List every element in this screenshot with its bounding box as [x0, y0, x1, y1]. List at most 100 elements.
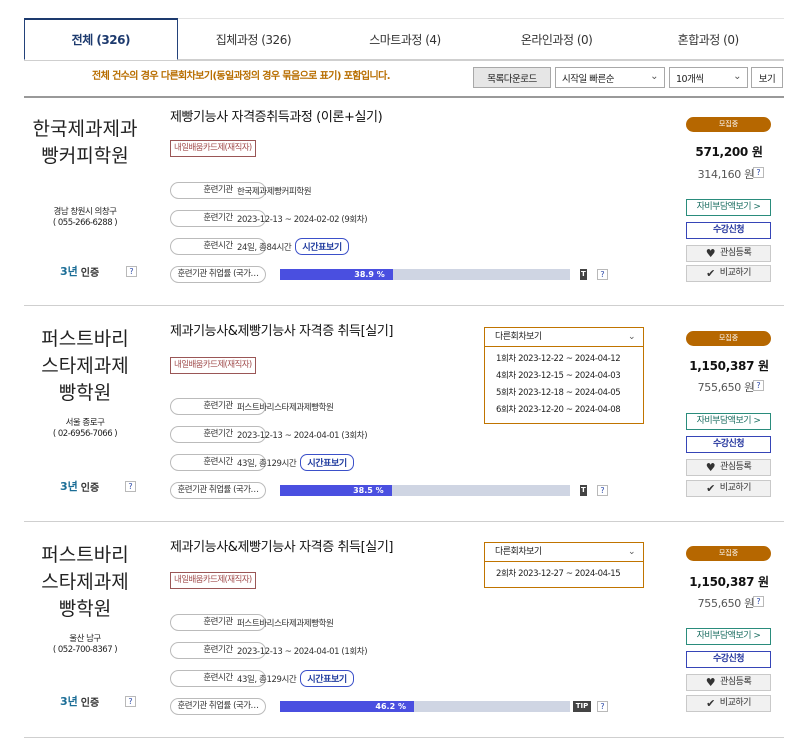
- other-sessions-list: 2회차 2023-12-27 ~ 2024-04-15: [484, 562, 644, 588]
- time-value: 43일, 총129시간 시간표보기: [237, 670, 354, 687]
- favorite-button[interactable]: ♥ 관심등록: [686, 245, 771, 262]
- compare-button[interactable]: ✔ 비교하기: [686, 480, 771, 497]
- institution-address: 울산 남구 ( 052-700-8367 ): [52, 634, 118, 655]
- period-value: 2023-12-13 ~ 2024-04-01 (1회차): [237, 647, 368, 657]
- check-icon: ✔: [706, 482, 715, 495]
- apply-button[interactable]: 수강신청: [686, 651, 771, 668]
- timetable-button[interactable]: 시간표보기: [300, 670, 354, 687]
- employment-label: 훈련기관 취업률 (국가…: [170, 266, 266, 283]
- chevron-down-icon: ⌄: [650, 71, 658, 82]
- employment-bar: 46.2 %: [280, 701, 570, 712]
- card-type-tag: 내일배움카드제(재직자): [170, 357, 256, 374]
- period-value: 2023-12-13 ~ 2024-04-01 (3회차): [237, 431, 368, 441]
- heart-icon: ♥: [705, 676, 716, 689]
- card-type-tag: 내일배움카드제(재직자): [170, 140, 256, 157]
- compare-button[interactable]: ✔ 비교하기: [686, 695, 771, 712]
- certification-badge: 3년 인증: [60, 480, 100, 494]
- help-icon[interactable]: ?: [125, 481, 136, 492]
- help-icon[interactable]: ?: [125, 696, 136, 707]
- org-value: 한국제과제빵커피학원: [237, 187, 312, 197]
- employment-bar-fill: 46.2 %: [280, 701, 414, 712]
- recruiting-badge: 모집중: [686, 331, 771, 346]
- heart-icon: ♥: [705, 461, 716, 474]
- tip-icon[interactable]: TIP: [573, 701, 591, 712]
- course-card: 한국제과제과 빵커피학원 경남 창원시 의창구 ( 055-266-6288 )…: [24, 98, 784, 306]
- course-price: 1,150,387 원: [689, 575, 769, 589]
- tip-icon[interactable]: T: [580, 269, 587, 280]
- help-icon[interactable]: ?: [753, 380, 764, 391]
- list-download-button[interactable]: 목록다운로드: [473, 67, 551, 88]
- institution-address: 서울 종로구 ( 02-6956-7066 ): [52, 418, 118, 439]
- timetable-button[interactable]: 시간표보기: [295, 238, 349, 255]
- other-sessions-list: 1회차 2023-12-22 ~ 2024-04-12 4회차 2023-12-…: [484, 347, 644, 424]
- course-title[interactable]: 제과기능사&제빵기능사 자격증 취득[실기]: [170, 536, 393, 555]
- favorite-button[interactable]: ♥ 관심등록: [686, 674, 771, 691]
- institution-name: 퍼스트바리 스타제과제 빵학원: [41, 328, 129, 404]
- tab-mixed[interactable]: 혼합과정 (0): [632, 18, 784, 60]
- help-icon[interactable]: ?: [126, 266, 137, 277]
- help-icon[interactable]: ?: [597, 269, 608, 280]
- institution-name: 퍼스트바리 스타제과제 빵학원: [41, 544, 129, 620]
- card-type-tag: 내일배움카드제(재직자): [170, 572, 256, 589]
- check-icon: ✔: [706, 697, 715, 710]
- employment-bar-fill: 38.5 %: [280, 485, 392, 496]
- timetable-button[interactable]: 시간표보기: [300, 454, 354, 471]
- chevron-down-icon: ⌄: [627, 332, 636, 342]
- certification-badge: 3년 인증: [60, 695, 100, 709]
- self-pay-view-button[interactable]: 자비부담액보기 >: [686, 199, 771, 216]
- self-pay-price: 755,650 원: [697, 381, 755, 394]
- session-option[interactable]: 4회차 2023-12-15 ~ 2024-04-03: [485, 368, 643, 385]
- employment-label: 훈련기관 취업률 (국가…: [170, 698, 266, 715]
- time-value: 43일, 총129시간 시간표보기: [237, 454, 354, 471]
- employment-bar-fill: 38.9 %: [280, 269, 393, 280]
- certification-badge: 3년 인증: [60, 265, 100, 279]
- recruiting-badge: 모집중: [686, 546, 771, 561]
- tab-smart[interactable]: 스마트과정 (4): [329, 18, 481, 60]
- favorite-button[interactable]: ♥ 관심등록: [686, 459, 771, 476]
- other-sessions-select[interactable]: 다른회차보기 ⌄: [484, 327, 644, 347]
- sort-select[interactable]: 시작일 빠른순 ⌄: [555, 67, 665, 88]
- view-button[interactable]: 보기: [751, 67, 783, 88]
- chevron-down-icon: ⌄: [733, 71, 741, 82]
- session-option[interactable]: 2회차 2023-12-27 ~ 2024-04-15: [485, 566, 643, 583]
- course-card: 퍼스트바리 스타제과제 빵학원 울산 남구 ( 052-700-8367 ) 3…: [24, 522, 784, 738]
- course-type-tabs: 전체 (326) 집체과정 (326) 스마트과정 (4) 온라인과정 (0) …: [24, 18, 784, 61]
- self-pay-view-button[interactable]: 자비부담액보기 >: [686, 413, 771, 430]
- heart-icon: ♥: [705, 247, 716, 260]
- tab-all[interactable]: 전체 (326): [24, 18, 178, 60]
- help-icon[interactable]: ?: [597, 701, 608, 712]
- course-title[interactable]: 제빵기능사 자격증취득과정 (이론+실기): [170, 106, 383, 125]
- org-value: 퍼스트바리스타제과제빵학원: [237, 403, 334, 413]
- count-notice: 전체 건수의 경우 다른회차보기(동일과정의 경우 묶음으로 표기) 포함입니다…: [92, 71, 391, 82]
- self-pay-price: 755,650 원: [697, 597, 755, 610]
- help-icon[interactable]: ?: [753, 167, 764, 178]
- institution-address: 경남 창원시 의창구 ( 055-266-6288 ): [52, 207, 118, 228]
- apply-button[interactable]: 수강신청: [686, 222, 771, 239]
- employment-bar: 38.5 %: [280, 485, 570, 496]
- chevron-down-icon: ⌄: [627, 547, 636, 557]
- per-page-select[interactable]: 10개씩 ⌄: [669, 67, 748, 88]
- tab-group[interactable]: 집체과정 (326): [177, 18, 330, 60]
- compare-button[interactable]: ✔ 비교하기: [686, 265, 771, 282]
- self-pay-view-button[interactable]: 자비부담액보기 >: [686, 628, 771, 645]
- course-title[interactable]: 제과기능사&제빵기능사 자격증 취득[실기]: [170, 320, 393, 339]
- help-icon[interactable]: ?: [753, 596, 764, 607]
- time-value: 24일, 총84시간 시간표보기: [237, 238, 349, 255]
- course-card: 퍼스트바리 스타제과제 빵학원 서울 종로구 ( 02-6956-7066 ) …: [24, 306, 784, 522]
- tip-icon[interactable]: T: [580, 485, 587, 496]
- period-value: 2023-12-13 ~ 2024-02-02 (9회차): [237, 215, 368, 225]
- check-icon: ✔: [706, 267, 715, 280]
- org-value: 퍼스트바리스타제과제빵학원: [237, 619, 334, 629]
- course-price: 1,150,387 원: [689, 359, 769, 373]
- session-option[interactable]: 5회차 2023-12-18 ~ 2024-04-05: [485, 385, 643, 402]
- session-option[interactable]: 6회차 2023-12-20 ~ 2024-04-08: [485, 402, 643, 419]
- other-sessions-select[interactable]: 다른회차보기 ⌄: [484, 542, 644, 562]
- apply-button[interactable]: 수강신청: [686, 436, 771, 453]
- tab-online[interactable]: 온라인과정 (0): [480, 18, 633, 60]
- recruiting-badge: 모집중: [686, 117, 771, 132]
- institution-name: 한국제과제과 빵커피학원: [32, 118, 138, 167]
- employment-label: 훈련기관 취업률 (국가…: [170, 482, 266, 499]
- session-option[interactable]: 1회차 2023-12-22 ~ 2024-04-12: [485, 351, 643, 368]
- help-icon[interactable]: ?: [597, 485, 608, 496]
- employment-bar: 38.9 %: [280, 269, 570, 280]
